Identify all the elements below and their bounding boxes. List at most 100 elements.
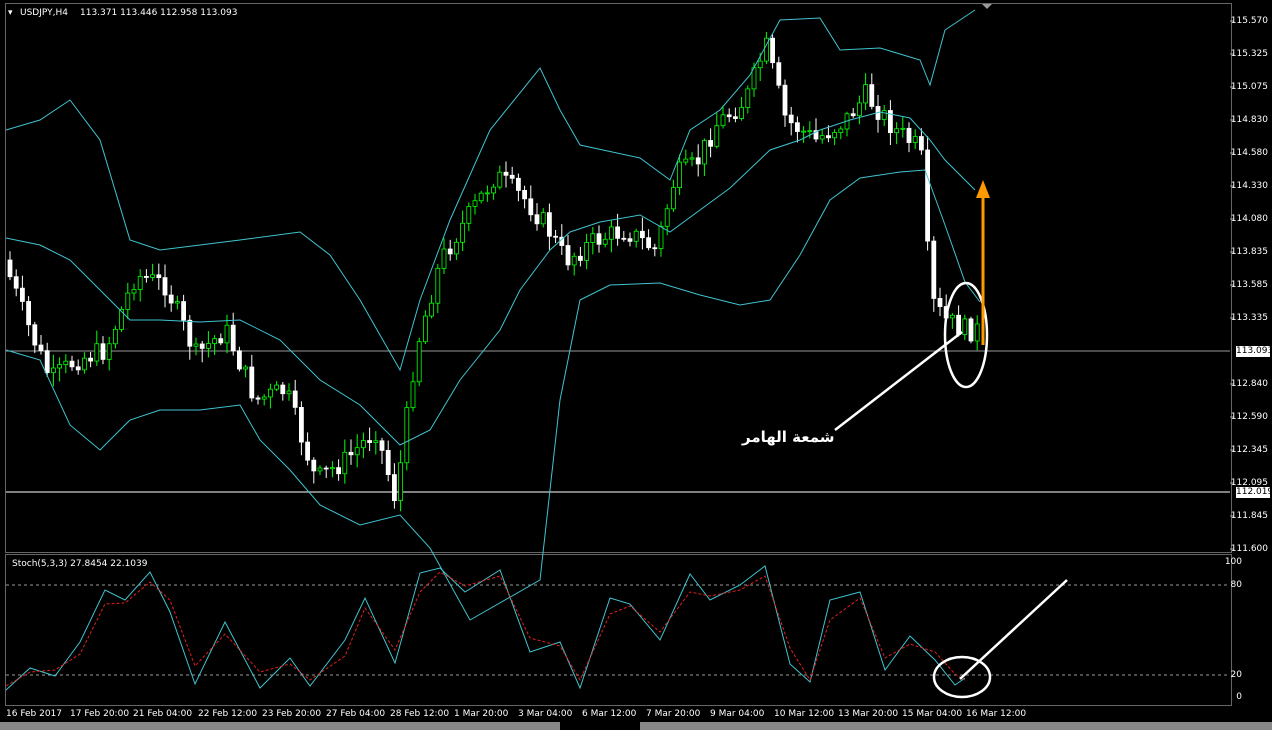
candle-body (94, 343, 100, 362)
candle-body (565, 245, 571, 266)
candle-body (621, 237, 627, 240)
candle-body (212, 338, 218, 344)
candle-body (422, 315, 428, 343)
candle-body (826, 135, 831, 139)
time-tick-label: 17 Feb 20:00 (70, 709, 130, 719)
time-tick-label: 28 Feb 12:00 (390, 709, 450, 719)
candle-body (627, 238, 633, 242)
candle-body (441, 248, 447, 269)
time-tick-label: 9 Mar 04:00 (710, 709, 765, 719)
candle-body (640, 230, 645, 239)
candle-body (615, 226, 620, 239)
candle-body (354, 447, 360, 456)
stochastic-level-label: 80 (1230, 580, 1242, 590)
candle-body (82, 357, 87, 371)
candle-body (937, 298, 943, 307)
candle-body (174, 301, 180, 304)
candle-body (534, 214, 540, 225)
candle-body (181, 301, 187, 321)
candle-body (919, 136, 924, 151)
price-tick-label: 111.600 (1230, 544, 1268, 554)
candle-body (435, 267, 441, 304)
time-tick-label: 6 Mar 12:00 (582, 709, 637, 719)
candle-body (683, 158, 689, 163)
candle-body (652, 247, 658, 250)
candle-body (788, 114, 794, 124)
candle-body (323, 467, 329, 470)
candle-body (379, 440, 385, 451)
candle-body (453, 241, 459, 255)
candle-body (664, 208, 670, 227)
candle-body (429, 302, 435, 317)
candle-body (509, 174, 515, 179)
candle-body (205, 343, 211, 349)
candle-body (336, 467, 342, 475)
candle-body (950, 314, 955, 319)
candle-body (671, 187, 676, 210)
candle-body (528, 198, 534, 216)
candle-body (88, 357, 93, 362)
candle-body (795, 122, 800, 132)
candle-body (522, 190, 527, 200)
candle-body (13, 276, 19, 289)
candle-body (131, 289, 137, 294)
stochastic-level-label: 100 (1224, 557, 1242, 567)
price-tick-label: 114.080 (1230, 214, 1268, 224)
candle-body (342, 451, 348, 475)
price-tick-label: 113.335 (1230, 313, 1268, 323)
candle-body (484, 192, 490, 195)
bottom-tab-bar[interactable] (0, 722, 560, 730)
candle-body (404, 407, 410, 464)
candle-body (850, 113, 856, 117)
bollinger-lower (5, 169, 981, 621)
pointer-line (834, 331, 963, 431)
horizontal-scrollbar[interactable] (640, 722, 1272, 730)
candle-body (900, 127, 906, 130)
price-tick-label: 114.580 (1230, 148, 1268, 158)
price-tick-label: 113.835 (1230, 247, 1268, 257)
price-tick-label: 111.845 (1230, 511, 1268, 521)
candle-body (540, 212, 546, 225)
price-chart-canvas[interactable] (0, 0, 1272, 730)
stochastic-trend-line (959, 579, 1068, 680)
stochastic-signal-line (5, 571, 966, 687)
candle-body (658, 225, 664, 249)
candle-body (348, 451, 354, 456)
candle-body (770, 37, 775, 64)
candle-body (255, 397, 261, 400)
time-tick-label: 21 Feb 04:00 (133, 709, 193, 719)
candle-body (193, 343, 199, 347)
candle-body (360, 440, 366, 449)
candle-body (571, 255, 577, 266)
candle-body (708, 140, 713, 147)
candle-body (633, 230, 639, 242)
candle-body (503, 171, 509, 176)
candle-body (602, 238, 608, 245)
candle-body (137, 275, 143, 290)
candle-body (472, 200, 478, 207)
chart-window[interactable]: ▾ USDJPY,H4 113.371 113.446 112.958 113.… (0, 0, 1272, 730)
candle-body (125, 292, 131, 310)
price-tick-label: 115.570 (1230, 16, 1268, 26)
candle-body (497, 171, 503, 188)
price-tick-label: 114.330 (1230, 181, 1268, 191)
candle-body (187, 319, 193, 347)
price-tick-label: 112.590 (1230, 412, 1268, 422)
candle-body (925, 149, 930, 242)
candle-body (695, 157, 701, 165)
candle-body (466, 205, 472, 224)
candle-body (261, 396, 267, 400)
candle-body (584, 242, 589, 261)
candle-body (819, 135, 825, 140)
time-tick-label: 27 Feb 04:00 (326, 709, 386, 719)
candle-body (156, 274, 162, 279)
price-tick-label: 114.830 (1230, 115, 1268, 125)
price-tick-label: 113.585 (1230, 280, 1268, 290)
candle-body (590, 233, 596, 243)
candle-body (410, 381, 416, 409)
bullish-arrow-icon (976, 180, 990, 198)
candle-body (286, 390, 292, 395)
price-tick-label: 115.075 (1230, 82, 1268, 92)
stochastic-level-label: 20 (1230, 670, 1242, 680)
candle-body (51, 367, 56, 374)
